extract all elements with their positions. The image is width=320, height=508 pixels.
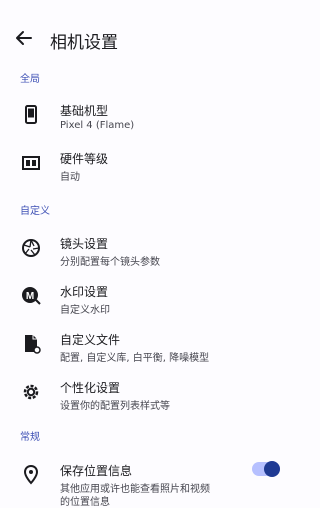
setting-item-personalization[interactable]: 个性化设置 设置你的配置列表样式等 [0,379,300,423]
phone-icon [20,104,42,126]
setting-summary-line2: 的位置信息 [60,497,110,508]
setting-label: 硬件等级 [60,152,109,166]
gear-icon [20,381,42,403]
setting-label: 基础机型 [60,104,109,118]
camera-aperture-icon [20,237,42,259]
setting-summary: Pixel 4 (Flame) [60,120,135,131]
setting-label: 水印设置 [60,285,109,299]
setting-summary: 自定义水印 [60,305,110,316]
setting-summary: 分别配置每个镜头参数 [60,257,160,268]
svg-text:M: M [26,291,34,302]
back-button[interactable] [12,26,36,50]
watermark-icon: M [20,285,42,307]
section-header-common: 常规 [20,432,40,443]
setting-summary: 配置, 自定义库, 白平衡, 降噪模型 [60,353,210,364]
setting-item-hardware-level[interactable]: 硬件等级 自动 [0,150,300,194]
setting-item-save-location[interactable]: 保存位置信息 其他应用或许也能查看照片和视频 的位置信息 [0,461,300,508]
section-header-custom: 自定义 [20,206,50,217]
toggle-knob [264,461,280,477]
setting-summary: 设置你的配置列表样式等 [60,401,170,412]
setting-item-lens[interactable]: 镜头设置 分别配置每个镜头参数 [0,235,300,279]
setting-label: 自定义文件 [60,333,121,347]
arrow-back-icon [16,31,32,45]
section-header-general: 全局 [20,74,40,85]
memory-chip-icon [20,152,42,174]
setting-item-base-model[interactable]: 基础机型 Pixel 4 (Flame) [0,102,300,146]
location-pin-icon [20,464,42,486]
top-app-bar: 相机设置 [0,0,300,72]
setting-item-custom-file[interactable]: 自定义文件 配置, 自定义库, 白平衡, 降噪模型 [0,331,300,375]
file-settings-icon [20,333,42,355]
setting-label: 镜头设置 [60,237,109,251]
location-toggle-switch[interactable] [252,461,280,477]
setting-summary: 自动 [60,172,80,183]
page-title: 相机设置 [50,33,118,53]
setting-label: 保存位置信息 [60,464,133,478]
setting-label: 个性化设置 [60,381,121,395]
setting-item-watermark[interactable]: M 水印设置 自定义水印 [0,283,300,327]
